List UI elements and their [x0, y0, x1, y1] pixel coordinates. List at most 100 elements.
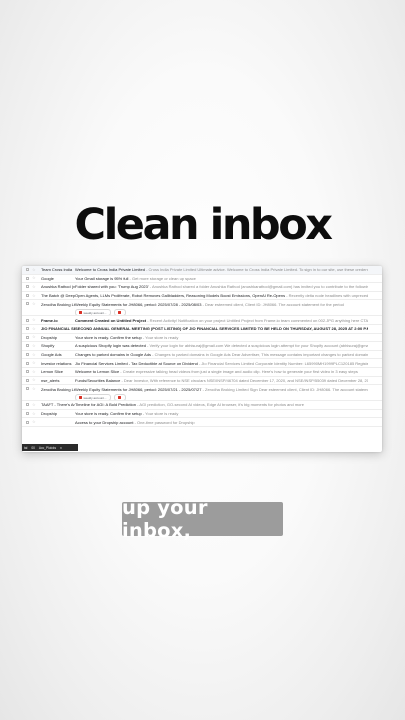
email-row[interactable]: ☆ Lemon Slice Welcome to Lemon Slice - Cre…: [22, 368, 382, 377]
star-icon[interactable]: ☆: [32, 420, 36, 424]
star-icon[interactable]: ☆: [32, 284, 36, 289]
email-subject: Timeline for AGI: A Bold Prediction: [75, 402, 136, 408]
star-icon[interactable]: ☆: [32, 326, 36, 331]
select-checkbox[interactable]: [26, 420, 29, 424]
select-checkbox[interactable]: [26, 318, 29, 322]
email-content: Your Gmail storage is 95% full - Get mor…: [75, 276, 368, 281]
email-sender: Frame.io: [41, 317, 58, 323]
email-subject: Your store is ready. Confirm the setup: [75, 411, 142, 417]
email-snippet: - Jio Financial Services Limited Corpora…: [198, 360, 368, 366]
taskbar-item[interactable]: 00: [31, 446, 35, 450]
email-row[interactable]: ☆ Zerodha Broking Ltd Weekly Equity Statem…: [22, 300, 382, 317]
select-checkbox[interactable]: [26, 285, 29, 289]
star-icon[interactable]: ☆: [32, 302, 36, 306]
select-checkbox[interactable]: [26, 370, 29, 374]
star-icon[interactable]: ☆: [32, 293, 36, 298]
email-sender: Investor relations: [41, 360, 72, 366]
email-content: Access to your Dropship account - One-ti…: [75, 420, 368, 425]
taskbar-item[interactable]: x: [60, 446, 62, 450]
select-checkbox[interactable]: [26, 378, 29, 382]
email-content: Jio Financial Services Limited - Tax Ded…: [75, 361, 368, 366]
email-subject: Jio Financial Services Limited - Tax Ded…: [75, 360, 198, 366]
inbox-screenshot: ☆ Team Cross India Welcome to Cross India …: [22, 266, 382, 452]
star-icon[interactable]: ☆: [32, 387, 36, 391]
email-row[interactable]: ☆ TAAFT - There's An.. Timeline for AGI: A…: [22, 401, 382, 410]
select-checkbox[interactable]: [26, 302, 29, 306]
email-subject: Welcome to Cross India Private Limited: [75, 267, 145, 273]
email-subject: SECOND ANNUAL GENERAL MEETING (POST LIST…: [75, 326, 368, 332]
email-content: Comment Created on Untitled Project - Re…: [75, 318, 368, 323]
select-checkbox[interactable]: [26, 294, 29, 298]
email-sender: Zerodha Broking Ltd: [41, 387, 75, 393]
pdf-icon: [117, 396, 121, 400]
select-checkbox[interactable]: [26, 276, 29, 280]
email-sender: TAAFT - There's An..: [41, 402, 75, 408]
star-icon[interactable]: ☆: [32, 411, 36, 416]
email-row[interactable]: ☆ Access to your Dropship account - One-t…: [22, 418, 382, 427]
email-row[interactable]: ☆ Shopify A suspicious Shopify login was d…: [22, 342, 382, 351]
email-row[interactable]: ☆ Team Cross India Welcome to Cross India …: [22, 266, 382, 275]
email-row[interactable]: ☆ Anushka Rathod (via..Folder shared with…: [22, 283, 382, 292]
star-icon[interactable]: ☆: [32, 267, 36, 272]
email-snippet: - Get more storage or clean up space: [128, 275, 196, 281]
email-sender: nse_alerts: [41, 377, 60, 383]
email-sender: Lemon Slice: [41, 369, 64, 375]
email-snippet: - Verify your login for abhisuraj@gmail.…: [147, 343, 368, 349]
star-icon[interactable]: ☆: [32, 369, 36, 374]
email-content: Funds/Securities Balance - Dear Investor…: [75, 378, 368, 383]
attachment-chip[interactable]: weekly account...: [75, 394, 111, 401]
email-sender: The Batch @ DeepLea..: [41, 293, 75, 299]
email-row[interactable]: ☆ Google Your Gmail storage is 95% full - …: [22, 275, 382, 284]
select-checkbox[interactable]: [26, 344, 29, 348]
star-icon[interactable]: ☆: [32, 276, 36, 280]
email-content: Welcome to Lemon Slice - Create expressi…: [75, 369, 368, 374]
email-sender: Anushka Rathod (via..: [41, 284, 75, 290]
email-row[interactable]: ☆ JIO FINANCIAL SERVI..SECOND ANNUAL GENE…: [22, 325, 382, 334]
star-icon[interactable]: ☆: [32, 318, 36, 322]
email-row[interactable]: ☆ Zerodha Broking Ltd Weekly Equity Statem…: [22, 385, 382, 402]
email-sender: Team Cross India: [41, 267, 73, 273]
select-checkbox[interactable]: [26, 353, 29, 357]
email-row[interactable]: ☆ The Batch @ DeepLea..Open Agents, LLMs …: [22, 292, 382, 301]
star-icon[interactable]: ☆: [32, 402, 36, 407]
email-snippet: - Recent Activity! Notification on your …: [147, 317, 368, 323]
email-content: Timeline for AGI: A Bold Prediction - AG…: [75, 402, 368, 407]
email-snippet: - Zerodha Broking Limited Sign Dear este…: [202, 387, 368, 393]
select-checkbox[interactable]: [26, 268, 29, 272]
email-snippet: - Dear esteemed client, Client ID: JH806…: [201, 302, 344, 308]
email-row[interactable]: ☆ Dropship Your store is ready. Confirm th…: [22, 334, 382, 343]
star-icon[interactable]: ☆: [32, 335, 36, 339]
email-content: SECOND ANNUAL GENERAL MEETING (POST LIST…: [75, 326, 368, 331]
email-snippet: - Cross India Private Limited Ultimate a…: [146, 267, 368, 273]
email-row[interactable]: ☆ Google Ads Changes to parked domains in …: [22, 351, 382, 360]
email-subject: Weekly Equity Statements for JH8066, per…: [75, 302, 202, 308]
email-row[interactable]: ☆ Frame.io Comment Created on Untitled Pro…: [22, 316, 382, 325]
taskbar-item[interactable]: Acc_Pluicks: [39, 446, 56, 450]
select-checkbox[interactable]: [26, 412, 29, 416]
caption-banner: up your inbox,: [122, 496, 283, 542]
select-checkbox[interactable]: [26, 403, 29, 407]
email-content: Weekly Equity Statements for JH8066, per…: [75, 387, 368, 401]
email-sender: JIO FINANCIAL SERVI..: [41, 326, 75, 332]
star-icon[interactable]: ☆: [32, 378, 36, 382]
taskbar-item[interactable]: tal: [24, 446, 27, 450]
email-content: Changes to parked domains in Google Ads …: [75, 352, 368, 357]
email-list: ☆ Team Cross India Welcome to Cross India …: [22, 266, 382, 427]
select-checkbox[interactable]: [26, 387, 29, 391]
email-snippet: - Create expressive talking head videos …: [119, 369, 358, 375]
email-sender: Shopify: [41, 343, 55, 349]
email-content: Weekly Equity Statements for JH8066, per…: [75, 302, 368, 316]
select-checkbox[interactable]: [26, 361, 29, 365]
attachment-chip[interactable]: weekly account...: [75, 309, 111, 316]
email-row[interactable]: ☆ Dropship Your store is ready. Confirm th…: [22, 410, 382, 419]
attachment-chip[interactable]: [113, 309, 127, 316]
attachment-chip[interactable]: [113, 394, 127, 401]
star-icon[interactable]: ☆: [32, 352, 36, 357]
star-icon[interactable]: ☆: [32, 361, 36, 365]
email-row[interactable]: ☆ nse_alerts Funds/Securities Balance - De…: [22, 377, 382, 386]
email-row[interactable]: ☆ Investor relations Jio Financial Service…: [22, 359, 382, 368]
select-checkbox[interactable]: [26, 335, 29, 339]
select-checkbox[interactable]: [26, 327, 29, 331]
email-content: Your store is ready. Confirm the setup -…: [75, 335, 368, 340]
star-icon[interactable]: ☆: [32, 343, 36, 348]
